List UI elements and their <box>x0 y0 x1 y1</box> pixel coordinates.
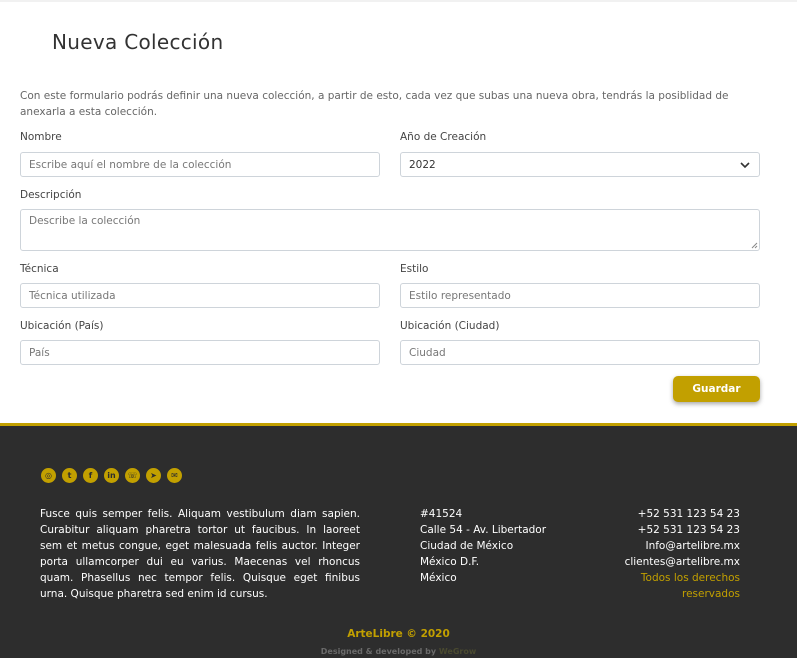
ciudad-input[interactable]: Ciudad <box>400 340 760 365</box>
form-intro: Con este formulario podrás definir una n… <box>20 90 729 118</box>
tecnica-placeholder: Técnica utilizada <box>29 289 116 302</box>
anio-value: 2022 <box>409 158 436 171</box>
descripcion-label: Descripción <box>20 189 82 201</box>
top-divider <box>0 0 797 2</box>
linkedin-icon[interactable]: in <box>104 468 119 483</box>
address-line: Ciudad de México <box>420 540 514 552</box>
credit-prefix: Designed & developed by <box>320 647 439 656</box>
pais-input[interactable]: País <box>20 340 380 365</box>
footer-contact: +52 531 123 54 23 +52 531 123 54 23 Info… <box>600 506 740 602</box>
footer: ◎ t f in ☏ ➤ ✉ Fusce quis semper felis. … <box>0 423 797 658</box>
tecnica-label: Técnica <box>20 263 59 275</box>
nombre-label: Nombre <box>20 131 62 143</box>
credit-brand-link[interactable]: WeGrow <box>439 647 476 656</box>
pais-label: Ubicación (País) <box>20 320 104 332</box>
telegram-icon[interactable]: ➤ <box>146 468 161 483</box>
footer-address: #41524 Calle 54 - Av. Libertador Ciudad … <box>420 506 546 586</box>
save-button[interactable]: Guardar <box>673 376 760 402</box>
tecnica-input[interactable]: Técnica utilizada <box>20 283 380 308</box>
address-line: México D.F. <box>420 556 480 568</box>
rights-text: Todos los derechos reservados <box>640 572 740 600</box>
whatsapp-icon[interactable]: ☏ <box>125 468 140 483</box>
chevron-down-icon <box>740 161 750 168</box>
address-line: México <box>420 572 457 584</box>
ciudad-label: Ubicación (Ciudad) <box>400 320 500 332</box>
facebook-icon[interactable]: f <box>83 468 98 483</box>
page-title: Nueva Colección <box>52 30 224 54</box>
anio-label: Año de Creación <box>400 131 487 143</box>
estilo-placeholder: Estilo representado <box>409 289 511 302</box>
messenger-icon[interactable]: ✉ <box>167 468 182 483</box>
twitter-icon[interactable]: t <box>62 468 77 483</box>
anio-select[interactable]: 2022 <box>400 152 760 177</box>
pais-placeholder: País <box>29 346 50 359</box>
email-link[interactable]: Info@artelibre.mx <box>600 538 740 554</box>
copyright: ArteLibre © 2020 <box>347 628 450 640</box>
social-links: ◎ t f in ☏ ➤ ✉ <box>41 468 182 483</box>
email-link[interactable]: clientes@artelibre.mx <box>600 554 740 570</box>
phone-link[interactable]: +52 531 123 54 23 <box>600 522 740 538</box>
instagram-icon[interactable]: ◎ <box>41 468 56 483</box>
resize-grip-icon[interactable] <box>751 242 758 249</box>
estilo-input[interactable]: Estilo representado <box>400 283 760 308</box>
nombre-placeholder: Escribe aquí el nombre de la colección <box>29 158 232 171</box>
descripcion-placeholder: Describe la colección <box>29 215 141 227</box>
nombre-input[interactable]: Escribe aquí el nombre de la colección <box>20 152 380 177</box>
phone-link[interactable]: +52 531 123 54 23 <box>600 506 740 522</box>
ciudad-placeholder: Ciudad <box>409 346 446 359</box>
address-line: Calle 54 - Av. Libertador <box>420 524 547 536</box>
footer-description: Fusce quis semper felis. Aliquam vestibu… <box>40 508 360 600</box>
address-line: #41524 <box>420 508 463 520</box>
estilo-label: Estilo <box>400 263 429 275</box>
credit-line: Designed & developed by WeGrow <box>0 647 797 656</box>
descripcion-textarea[interactable]: Describe la colección <box>20 209 760 251</box>
